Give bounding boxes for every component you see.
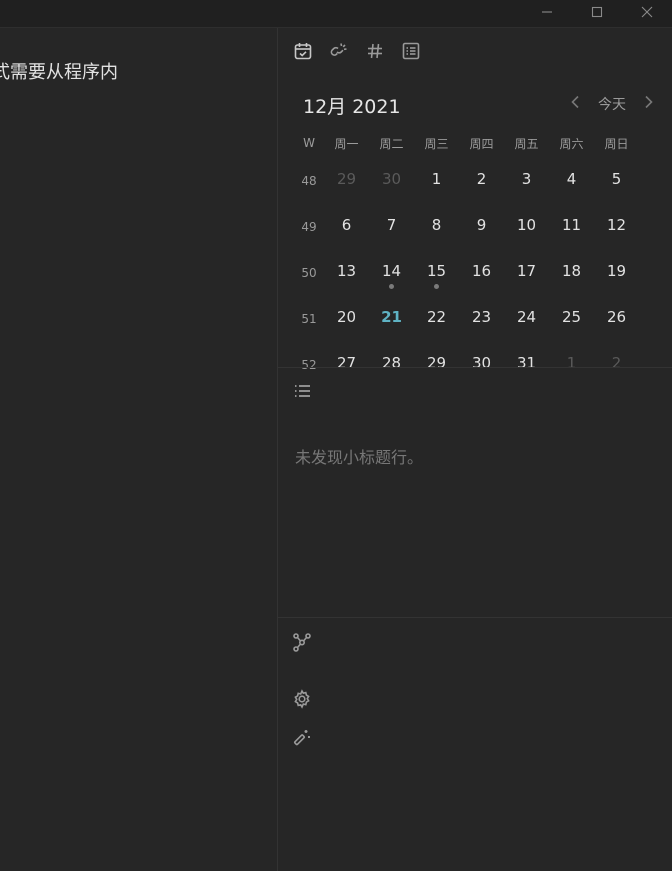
calendar-week-row: 52 27 28 29 30 31 1 2: [294, 340, 639, 386]
calendar-nav: 今天: [570, 94, 654, 114]
calendar-day[interactable]: 13: [324, 248, 369, 294]
calendar-day[interactable]: 12: [594, 202, 639, 248]
calendar-day[interactable]: 23: [459, 294, 504, 340]
calendar-day[interactable]: 28: [369, 340, 414, 386]
minimize-icon[interactable]: [525, 0, 569, 24]
settings-icon[interactable]: [292, 689, 312, 709]
right-sidebar: 12月 2021 今天 W 周一 周二 周三 周四 周五 周六 周日 48 29…: [278, 28, 672, 871]
calendar-grid: W 周一 周二 周三 周四 周五 周六 周日 48 29 30 1 2 3 4 …: [294, 130, 639, 386]
calendar-day[interactable]: 27: [324, 340, 369, 386]
tag-icon[interactable]: [364, 40, 386, 62]
document-title[interactable]: 式需要从程序内: [0, 58, 118, 84]
calendar-day[interactable]: 16: [459, 248, 504, 294]
calendar-day[interactable]: 10: [504, 202, 549, 248]
section-divider: [278, 617, 672, 618]
weekday-label: 周五: [514, 136, 539, 151]
calendar-day[interactable]: 17: [504, 248, 549, 294]
calendar-day[interactable]: 2: [459, 156, 504, 202]
calendar-day[interactable]: 20: [324, 294, 369, 340]
calendar-day[interactable]: 30: [369, 156, 414, 202]
calendar-day-with-note[interactable]: 15: [414, 248, 459, 294]
week-number[interactable]: 52: [294, 340, 324, 386]
calendar-day-with-note[interactable]: 14: [369, 248, 414, 294]
calendar-day[interactable]: 9: [459, 202, 504, 248]
calendar-day[interactable]: 30: [459, 340, 504, 386]
calendar-day[interactable]: 26: [594, 294, 639, 340]
close-icon[interactable]: [625, 0, 669, 24]
calendar-day[interactable]: 7: [369, 202, 414, 248]
day-number: 14: [381, 262, 402, 280]
calendar-week-row: 50 13 14 15 16 17 18 19: [294, 248, 639, 294]
today-button[interactable]: 今天: [598, 94, 626, 114]
weekday-label: 周三: [424, 136, 449, 151]
calendar-day-today[interactable]: 21: [369, 294, 414, 340]
calendar-day[interactable]: 18: [549, 248, 594, 294]
week-number-header: W: [303, 136, 315, 150]
calendar-month-label: 12月 2021: [303, 96, 401, 118]
graph-icon[interactable]: [292, 632, 312, 652]
calendar-day[interactable]: 24: [504, 294, 549, 340]
list-icon[interactable]: [400, 40, 422, 62]
calendar-day[interactable]: 25: [549, 294, 594, 340]
note-dot-icon: [389, 284, 394, 289]
calendar-day[interactable]: 29: [414, 340, 459, 386]
note-dot-icon: [434, 284, 439, 289]
calendar-day[interactable]: 5: [594, 156, 639, 202]
weekday-label: 周六: [559, 136, 584, 151]
day-number: 15: [426, 262, 447, 280]
weekday-label: 周一: [334, 136, 359, 151]
calendar-day[interactable]: 22: [414, 294, 459, 340]
calendar-day[interactable]: 29: [324, 156, 369, 202]
calendar-day[interactable]: 6: [324, 202, 369, 248]
calendar-day[interactable]: 3: [504, 156, 549, 202]
editor-pane[interactable]: 式需要从程序内: [0, 28, 277, 871]
calendar-day[interactable]: 1: [414, 156, 459, 202]
section-divider: [278, 367, 672, 368]
chevron-right-icon[interactable]: [644, 95, 654, 113]
calendar-day[interactable]: 19: [594, 248, 639, 294]
week-number[interactable]: 50: [294, 248, 324, 294]
calendar-week-row: 48 29 30 1 2 3 4 5: [294, 156, 639, 202]
title-bar: [0, 0, 672, 28]
calendar-week-row: 51 20 21 22 23 24 25 26: [294, 294, 639, 340]
weekday-label: 周二: [379, 136, 404, 151]
week-number[interactable]: 48: [294, 156, 324, 202]
calendar-day[interactable]: 2: [594, 340, 639, 386]
chevron-left-icon[interactable]: [570, 95, 580, 113]
weekday-header-row: W 周一 周二 周三 周四 周五 周六 周日: [294, 130, 639, 156]
calendar-day[interactable]: 8: [414, 202, 459, 248]
weekday-label: 周日: [604, 136, 629, 151]
weekday-label: 周四: [469, 136, 494, 151]
sidebar-tabs: [292, 40, 422, 62]
calendar-day[interactable]: 1: [549, 340, 594, 386]
calendar-day[interactable]: 11: [549, 202, 594, 248]
maximize-icon[interactable]: [575, 0, 619, 24]
list-bullets-icon[interactable]: [294, 383, 312, 403]
calendar-day[interactable]: 4: [549, 156, 594, 202]
calendar-icon[interactable]: [292, 40, 314, 62]
week-number[interactable]: 49: [294, 202, 324, 248]
week-number[interactable]: 51: [294, 294, 324, 340]
calendar-day[interactable]: 31: [504, 340, 549, 386]
backlinks-icon[interactable]: [328, 40, 350, 62]
calendar-week-row: 49 6 7 8 9 10 11 12: [294, 202, 639, 248]
magic-wand-icon[interactable]: [292, 728, 312, 748]
outline-empty-message: 未发现小标题行。: [295, 448, 424, 467]
